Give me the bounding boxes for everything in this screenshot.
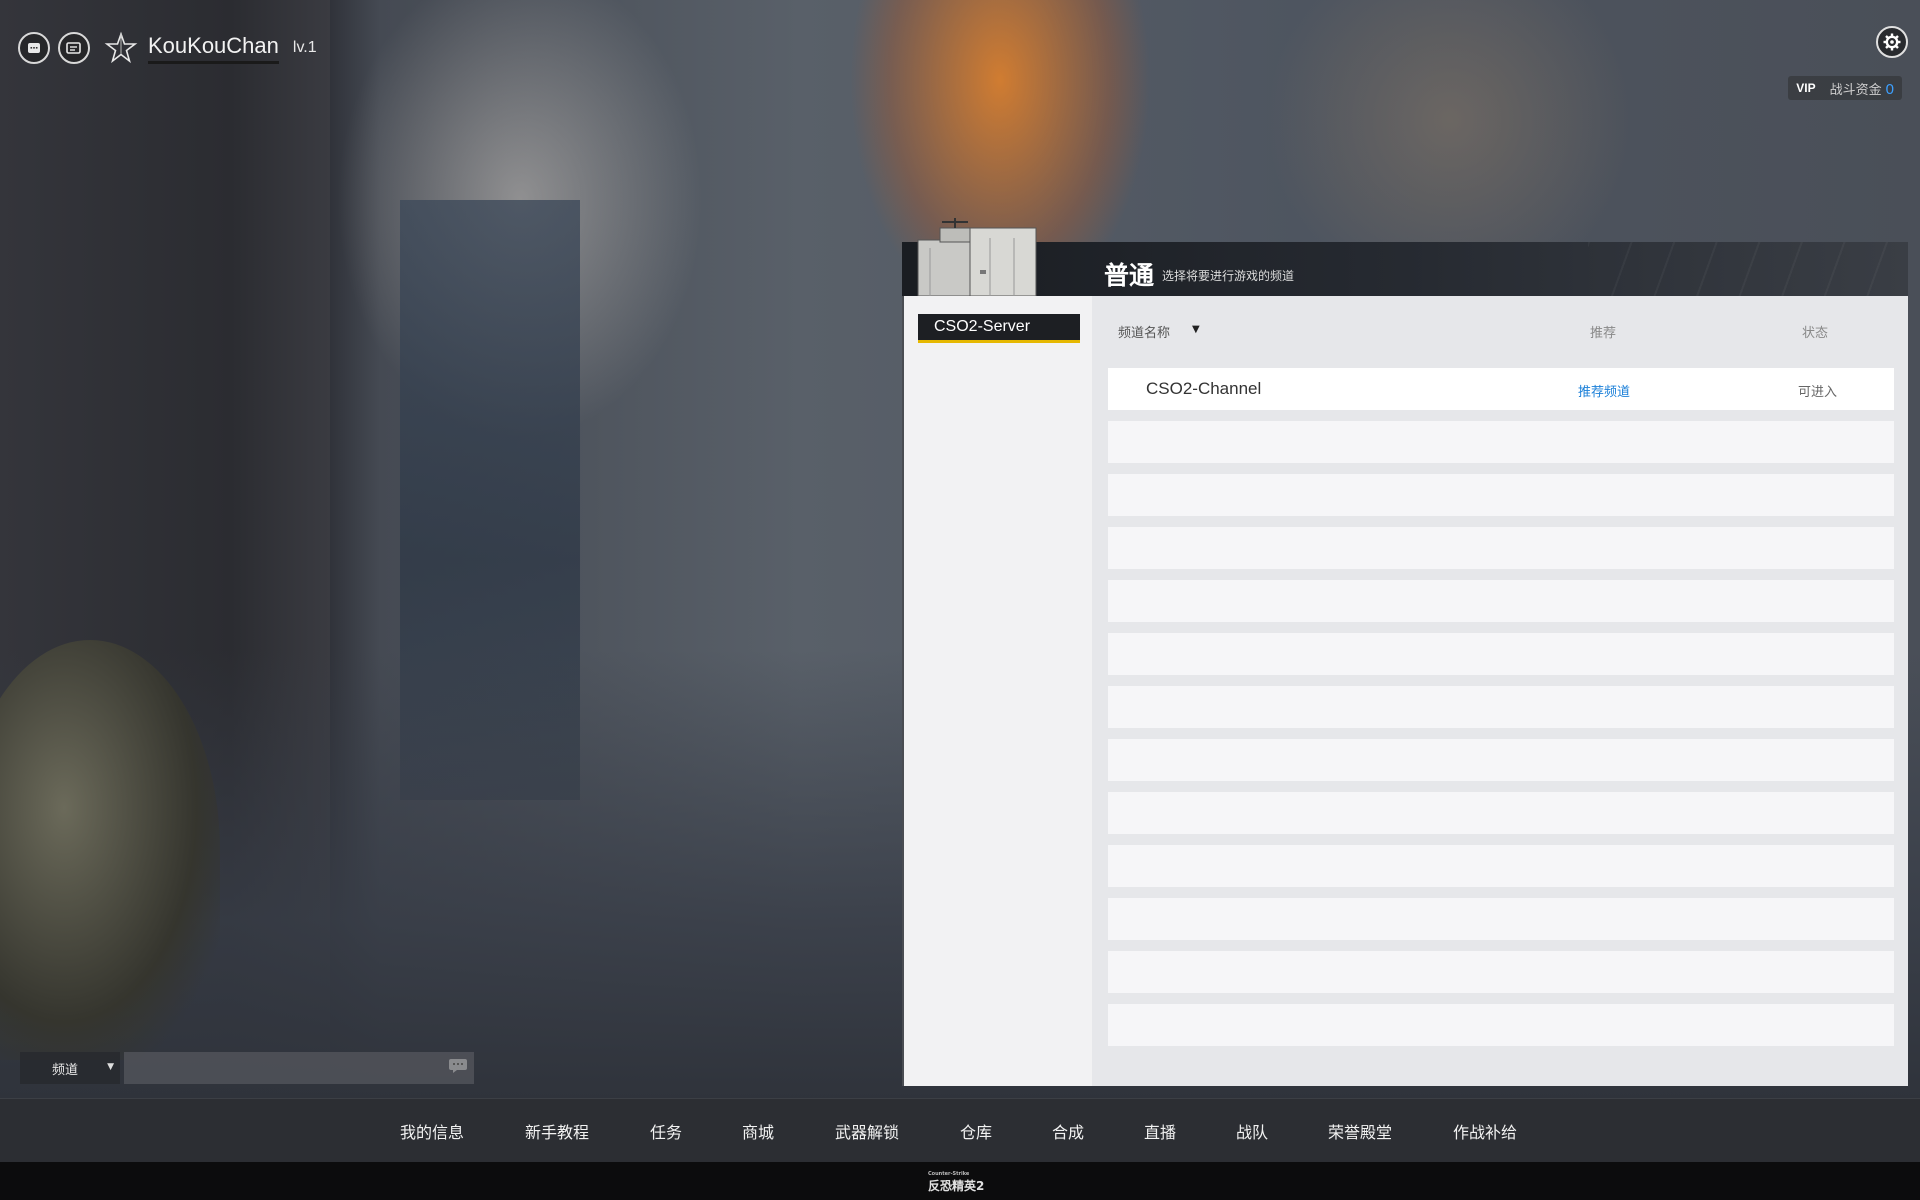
nav-live[interactable]: 直播 [1144,1119,1176,1143]
nav-shop[interactable]: 商城 [742,1119,774,1143]
column-header-status: 状态 [1802,326,1829,341]
chat-channel-select[interactable]: 频道 ▼ [20,1052,120,1084]
footer: Counter-Strike 反恐精英2 [0,1162,1920,1200]
funds-display: 战斗资金 0 [1830,79,1894,98]
panel-title: 普通 [1104,261,1155,290]
nav-inventory[interactable]: 仓库 [960,1119,992,1143]
funds-label: 战斗资金 [1829,82,1882,98]
nav-my-info[interactable]: 我的信息 [400,1119,464,1143]
channel-panel: 普通 选择将要进行游戏的频道 CSO2-Server 频道名称 ▼ 推荐 状态 … [902,218,1908,1086]
gear-icon [1883,33,1901,51]
channel-list-header: 频道名称 ▼ 推荐 状态 [1108,316,1894,346]
chat-input[interactable] [124,1052,444,1084]
nav-hall-of-fame[interactable]: 荣誉殿堂 [1328,1119,1392,1143]
channel-name: CSO2-Channel [1146,379,1262,398]
empty-channel-row [1108,633,1894,675]
nav-supply[interactable]: 作战补给 [1453,1119,1517,1143]
empty-channel-row [1108,580,1894,622]
nav-tutorial[interactable]: 新手教程 [525,1119,589,1143]
message-icon [28,43,40,53]
column-header-name[interactable]: 频道名称 [1118,322,1170,341]
header-decoration [1588,242,1908,296]
chevron-down-icon: ▼ [107,1062,114,1072]
channel-row[interactable]: CSO2-Channel 推荐频道 可进入 [1108,368,1894,410]
chat-toggle-button[interactable] [18,32,50,64]
empty-channel-row [1108,686,1894,728]
level-label: lv.1 [292,39,317,56]
username: KouKouChan [148,33,279,64]
empty-channel-row [1108,898,1894,940]
profile-card-button[interactable] [58,32,90,64]
game-logo-top: Counter-Strike [928,1171,970,1177]
empty-channel-row [1108,792,1894,834]
currency-bar: VIP 战斗资金 0 [1788,76,1902,100]
game-logo: Counter-Strike 反恐精英2 [928,1172,984,1194]
empty-channel-row [1108,739,1894,781]
channel-rows: CSO2-Channel 推荐频道 可进入 [1108,368,1894,1057]
server-list: CSO2-Server [904,296,1092,1086]
bottom-nav: 我的信息 新手教程 任务 商城 武器解锁 仓库 合成 直播 战队 荣誉殿堂 作战… [0,1098,1920,1163]
empty-channel-row [1108,1004,1894,1046]
empty-channel-row [1108,527,1894,569]
nav-crafting[interactable]: 合成 [1052,1119,1084,1143]
card-icon [66,42,81,54]
chat-bubble-icon[interactable] [448,1058,468,1074]
nav-weapon-unlock[interactable]: 武器解锁 [835,1119,899,1143]
empty-channel-row [1108,951,1894,993]
vip-badge[interactable]: VIP [1796,81,1815,95]
nav-missions[interactable]: 任务 [650,1119,682,1143]
sort-dropdown-icon[interactable]: ▼ [1192,324,1200,335]
channel-status: 可进入 [1798,385,1838,400]
funds-value: 0 [1885,80,1894,98]
chat-channel-label: 频道 [52,1062,79,1078]
empty-channel-row [1108,474,1894,516]
empty-channel-row [1108,421,1894,463]
empty-channel-row [1108,845,1894,887]
channel-recommend: 推荐频道 [1578,385,1631,400]
chat-bar: 频道 ▼ [20,1052,474,1084]
profile-bar: KouKouChan lv.1 [18,28,317,68]
game-logo-text: 反恐精英2 [928,1179,985,1193]
panel-body: CSO2-Server 频道名称 ▼ 推荐 状态 CSO2-Channel 推荐… [902,296,1908,1086]
building-icon [917,218,1037,296]
server-tab-cso2-server[interactable]: CSO2-Server [918,314,1080,343]
panel-subtitle: 选择将要进行游戏的频道 [1162,269,1295,283]
server-tab-label: CSO2-Server [934,318,1031,335]
channel-list: 频道名称 ▼ 推荐 状态 CSO2-Channel 推荐频道 可进入 [1108,296,1894,1086]
column-header-recommend: 推荐 [1590,326,1617,341]
chat-input-box [124,1052,474,1084]
settings-button[interactable] [1876,26,1908,58]
rank-star-icon [102,29,140,67]
nav-clan[interactable]: 战队 [1236,1119,1268,1143]
